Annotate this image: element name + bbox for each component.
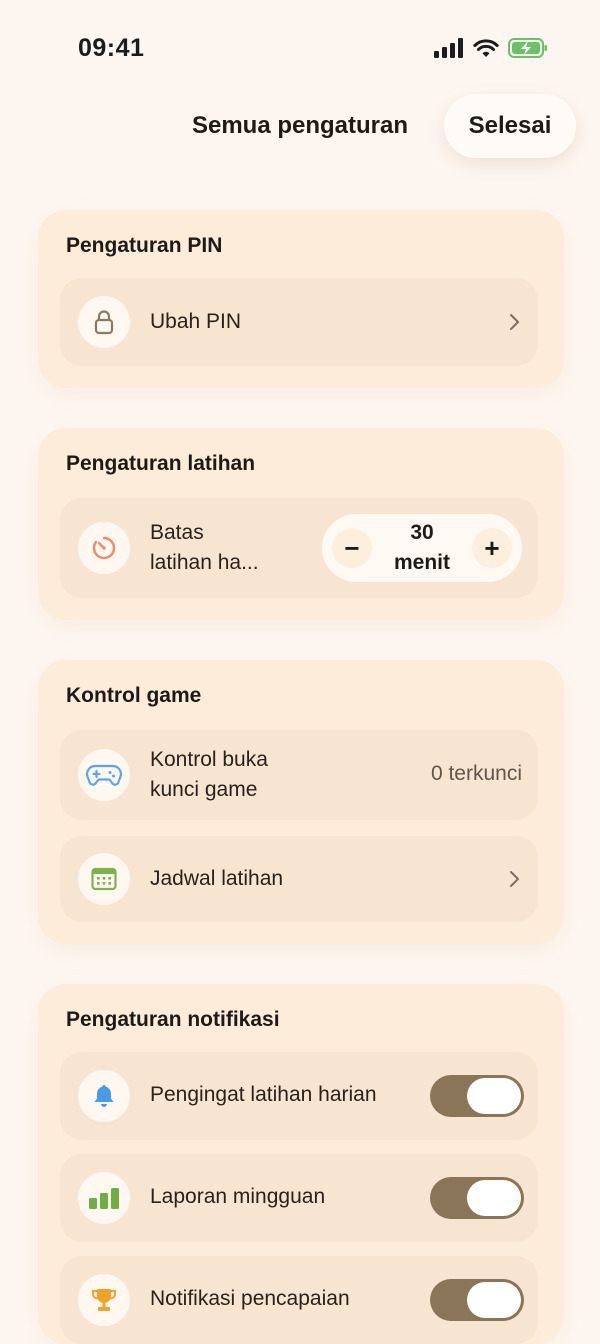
change-pin-row[interactable]: Ubah PIN: [60, 278, 538, 366]
achievement-notification-toggle[interactable]: [430, 1279, 524, 1321]
practice-limit-stepper[interactable]: − 30 menit +: [322, 514, 522, 582]
status-icons: [434, 38, 548, 58]
pin-settings-title: Pengaturan PIN: [66, 234, 223, 257]
practice-settings-title: Pengaturan latihan: [66, 452, 256, 475]
stepper-value: 30 menit: [378, 518, 466, 578]
practice-schedule-row[interactable]: Jadwal latihan: [60, 836, 538, 922]
battery-charging-icon: [508, 38, 547, 58]
header: Semua pengaturan Selesai: [0, 94, 600, 158]
bar-chart-icon: [78, 1172, 130, 1224]
toggle-knob: [467, 1078, 521, 1114]
practice-schedule-label: Jadwal latihan: [150, 867, 284, 890]
weekly-report-toggle[interactable]: [430, 1177, 524, 1219]
increment-button[interactable]: +: [472, 528, 512, 568]
timer-icon: [78, 522, 130, 574]
game-unlock-row[interactable]: Kontrol buka kunci game 0 terkunci: [60, 730, 538, 820]
decrement-button[interactable]: −: [332, 528, 372, 568]
change-pin-label: Ubah PIN: [150, 310, 242, 333]
achievement-notification-row: Notifikasi pencapaian: [60, 1256, 538, 1344]
practice-limit-label-line2: latihan ha...: [150, 551, 259, 574]
game-control-card: Kontrol game Kontrol buka kunci game 0 t…: [38, 660, 564, 944]
game-control-title: Kontrol game: [66, 684, 202, 707]
notification-settings-title: Pengaturan notifikasi: [66, 1008, 280, 1031]
game-unlock-label-line2: kunci game: [150, 778, 258, 801]
stepper-value-unit: menit: [393, 551, 450, 574]
daily-reminder-row: Pengingat latihan harian: [60, 1052, 538, 1140]
lock-icon: [78, 296, 130, 348]
daily-reminder-toggle[interactable]: [430, 1075, 524, 1117]
weekly-report-row: Laporan mingguan: [60, 1154, 538, 1242]
calendar-icon: [78, 853, 130, 905]
practice-limit-label-line1: Batas: [150, 521, 204, 544]
practice-settings-card: Pengaturan latihan Batas latihan ha... −…: [38, 428, 564, 620]
weekly-report-label: Laporan mingguan: [150, 1185, 326, 1208]
gamepad-icon: [78, 749, 130, 801]
notification-settings-card: Pengaturan notifikasi Pengingat latihan …: [38, 984, 564, 1344]
status-bar: 09:41: [0, 0, 600, 96]
practice-limit-label: Batas latihan ha...: [150, 518, 259, 578]
toggle-knob: [467, 1282, 521, 1318]
daily-reminder-label: Pengingat latihan harian: [150, 1083, 377, 1106]
toggle-knob: [467, 1180, 521, 1216]
status-time: 09:41: [78, 34, 145, 62]
trophy-icon: [78, 1274, 130, 1326]
stepper-value-number: 30: [410, 521, 434, 544]
wifi-icon: [473, 39, 499, 57]
cellular-signal-icon: [434, 38, 463, 58]
practice-limit-row: Batas latihan ha... − 30 menit +: [60, 498, 538, 598]
game-unlock-label-line1: Kontrol buka: [150, 748, 268, 771]
locked-count-value: 0 terkunci: [430, 762, 522, 785]
chevron-right-icon: [510, 871, 519, 887]
achievement-notification-label: Notifikasi pencapaian: [150, 1287, 350, 1310]
done-button[interactable]: Selesai: [444, 94, 576, 158]
bell-icon: [78, 1070, 130, 1122]
chevron-right-icon: [510, 314, 519, 330]
pin-settings-card: Pengaturan PIN Ubah PIN: [38, 210, 564, 388]
game-unlock-label: Kontrol buka kunci game: [150, 745, 268, 805]
